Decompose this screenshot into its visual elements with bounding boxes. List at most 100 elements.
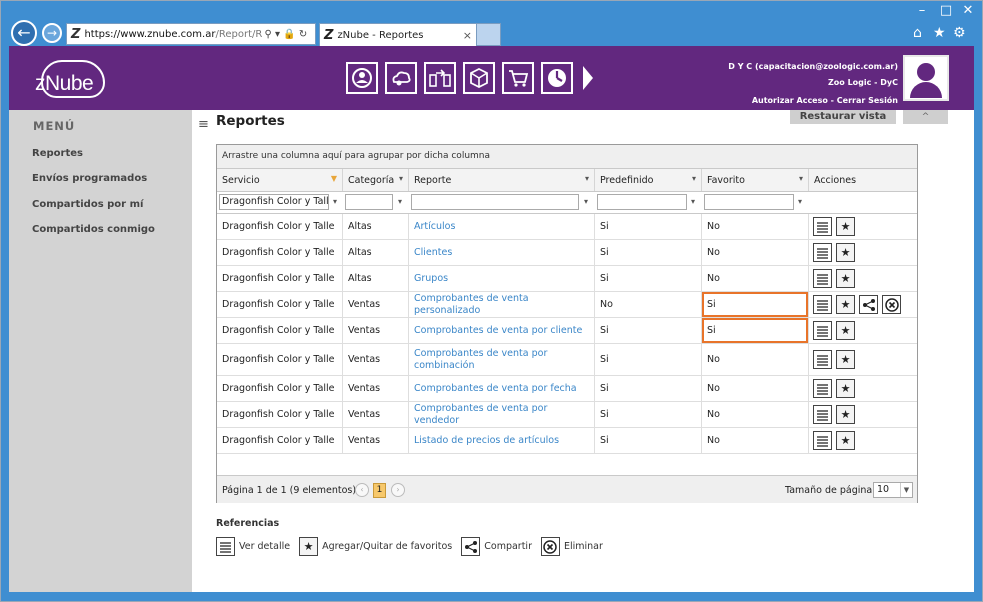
column-header-reporte[interactable]: Reporte ▾ <box>409 169 595 191</box>
view-detail-button[interactable] <box>813 405 832 424</box>
address-actions[interactable]: ⚲ ▾ 🔒 ↻ <box>264 29 307 40</box>
pager-info: Página 1 de 1 (9 elementos) <box>222 485 357 496</box>
restore-view-button[interactable]: Restaurar vista <box>790 110 896 124</box>
report-link[interactable]: Comprobantes de venta por fecha <box>409 376 595 401</box>
close-tab-icon[interactable]: × <box>463 29 472 42</box>
view-detail-button[interactable] <box>813 431 832 450</box>
prev-page-button[interactable]: ‹ <box>355 483 369 497</box>
filter-icon[interactable]: ▾ <box>692 174 696 183</box>
filter-input-predefinido[interactable] <box>597 194 687 210</box>
column-header-servicio[interactable]: Servicio ▼ <box>217 169 343 191</box>
address-bar[interactable]: Z https://www.znube.com.ar/Report/Repor … <box>66 23 316 45</box>
filter-icon[interactable]: ▾ <box>799 174 803 183</box>
module-clock[interactable] <box>541 62 573 94</box>
toggle-favorite-button[interactable]: ★ <box>836 321 855 340</box>
cell-categoria: Ventas <box>343 318 409 343</box>
toggle-favorite-button[interactable]: ★ <box>836 217 855 236</box>
share-button[interactable] <box>859 295 878 314</box>
toggle-favorite-button[interactable]: ★ <box>836 295 855 314</box>
avatar[interactable] <box>903 55 949 101</box>
filter-active-icon[interactable]: ▼ <box>331 174 337 183</box>
filter-menu-icon[interactable]: ▾ <box>584 197 588 206</box>
report-link[interactable]: Comprobantes de venta personalizado <box>409 292 595 317</box>
page-size-select[interactable]: 10 ▼ <box>873 482 913 498</box>
address-url[interactable]: https://www.znube.com.ar/Report/Repor <box>84 29 262 40</box>
group-panel[interactable]: Arrastre una columna aquí para agrupar p… <box>217 145 917 169</box>
view-detail-button[interactable] <box>813 217 832 236</box>
module-box[interactable] <box>463 62 495 94</box>
toggle-favorite-button[interactable]: ★ <box>836 243 855 262</box>
filter-icon[interactable]: ▾ <box>399 174 403 183</box>
favorites-icon[interactable]: ★ <box>933 25 946 41</box>
view-detail-button[interactable] <box>813 350 832 369</box>
new-tab-button[interactable] <box>477 23 501 46</box>
filter-input-categoria[interactable] <box>345 194 393 210</box>
dropdown-icon[interactable]: ▾ <box>275 29 280 40</box>
collapse-button[interactable]: ^ <box>903 110 948 124</box>
sidebar-item-reportes[interactable]: Reportes <box>32 148 83 159</box>
filter-input-servicio[interactable]: Dragonfish Color y Talle <box>219 194 329 210</box>
star-icon: ★ <box>840 246 851 259</box>
toggle-favorite-button[interactable]: ★ <box>836 379 855 398</box>
report-link[interactable]: Listado de precios de artículos <box>409 428 595 453</box>
column-header-favorito[interactable]: Favorito ▾ <box>702 169 809 191</box>
home-icon[interactable]: ⌂ <box>913 25 922 41</box>
report-link[interactable]: Comprobantes de venta por cliente <box>409 318 595 343</box>
cell-predefinido: Si <box>595 402 702 427</box>
report-link[interactable]: Grupos <box>409 266 595 291</box>
page-number-button[interactable]: 1 <box>373 483 386 498</box>
znube-logo[interactable]: zNube <box>31 58 109 102</box>
filter-menu-icon[interactable]: ▾ <box>691 197 695 206</box>
search-icon[interactable]: ⚲ <box>264 29 271 40</box>
filter-row: Dragonfish Color y Talle ▾ ▾ ▾ ▾ ▾ <box>217 192 917 214</box>
logout-link[interactable]: Cerrar Sesión <box>837 96 898 105</box>
sidebar-item-compartidos-conmigo[interactable]: Compartidos conmigo <box>32 224 155 235</box>
back-button[interactable]: ← <box>11 20 37 46</box>
forward-button[interactable]: → <box>42 23 62 43</box>
browser-tab[interactable]: Z zNube - Reportes × <box>319 23 477 46</box>
module-people-settings[interactable] <box>346 62 378 94</box>
minimize-button[interactable]: – <box>909 2 935 20</box>
filter-menu-icon[interactable]: ▾ <box>333 197 337 206</box>
authorize-access-link[interactable]: Autorizar Acceso <box>752 96 828 105</box>
module-cart[interactable] <box>502 62 534 94</box>
toggle-favorite-button[interactable]: ★ <box>836 431 855 450</box>
filter-icon[interactable]: ▾ <box>585 174 589 183</box>
lock-icon[interactable]: 🔒 <box>283 29 295 40</box>
refresh-icon[interactable]: ↻ <box>299 29 307 40</box>
chevron-down-icon[interactable]: ▼ <box>900 483 912 497</box>
page-size-label: Tamaño de página: <box>785 485 876 496</box>
table-row: Dragonfish Color y Talle Ventas Listado de… <box>217 428 917 454</box>
view-detail-button[interactable] <box>813 295 832 314</box>
gear-icon[interactable]: ⚙ <box>953 25 966 41</box>
filter-menu-icon[interactable]: ▾ <box>798 197 802 206</box>
module-cloud-settings[interactable] <box>385 62 417 94</box>
report-link[interactable]: Clientes <box>409 240 595 265</box>
report-link[interactable]: Comprobantes de venta por combinación <box>409 344 595 375</box>
sidebar-item-envios-programados[interactable]: Envíos programados <box>32 173 147 184</box>
filter-menu-icon[interactable]: ▾ <box>398 197 402 206</box>
view-detail-button[interactable] <box>813 379 832 398</box>
next-page-button[interactable]: › <box>391 483 405 497</box>
view-detail-button[interactable] <box>813 321 832 340</box>
column-header-categoria[interactable]: Categoría ▾ <box>343 169 409 191</box>
toggle-favorite-button[interactable]: ★ <box>836 350 855 369</box>
report-link[interactable]: Comprobantes de venta por vendedor <box>409 402 595 427</box>
close-window-button[interactable]: ✕ <box>955 2 981 20</box>
toggle-favorite-button[interactable]: ★ <box>836 405 855 424</box>
filter-input-favorito[interactable] <box>704 194 794 210</box>
view-detail-button[interactable] <box>813 243 832 262</box>
delete-button[interactable] <box>882 295 901 314</box>
view-detail-button[interactable] <box>813 269 832 288</box>
hamburger-menu-icon[interactable]: ≡ <box>198 117 209 132</box>
module-transfer[interactable] <box>424 62 456 94</box>
filter-input-reporte[interactable] <box>411 194 579 210</box>
cell-favorito: No <box>702 240 809 265</box>
toggle-favorite-button[interactable]: ★ <box>836 269 855 288</box>
sidebar-item-compartidos-por-mi[interactable]: Compartidos por mí <box>32 199 143 210</box>
star-icon: ★ <box>299 537 319 556</box>
column-label: Reporte <box>414 175 452 186</box>
more-modules-arrow-icon[interactable] <box>583 66 593 90</box>
column-header-predefinido[interactable]: Predefinido ▾ <box>595 169 702 191</box>
report-link[interactable]: Artículos <box>409 214 595 239</box>
